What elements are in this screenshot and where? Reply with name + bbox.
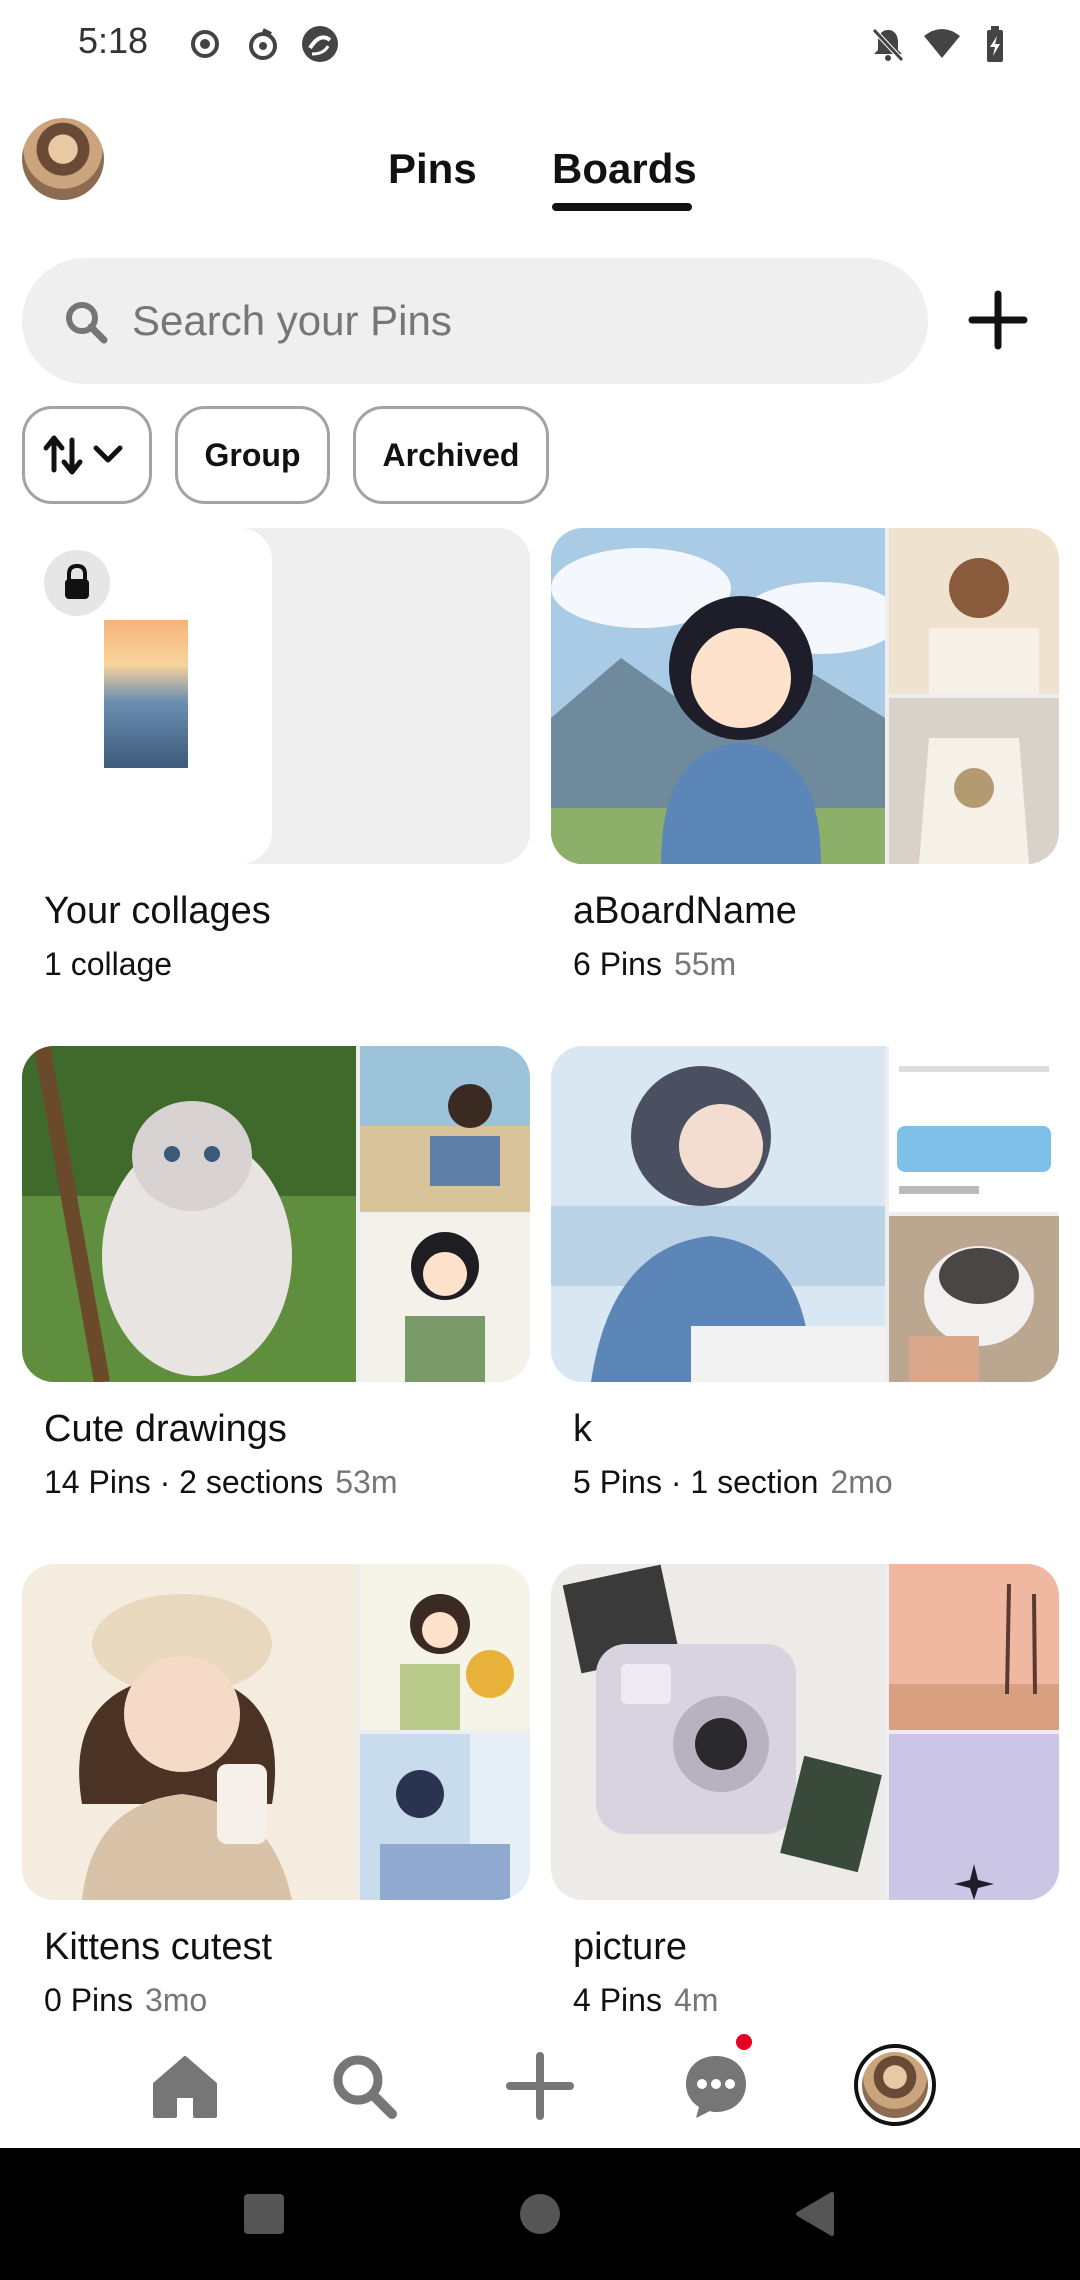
collage-thumbnail	[104, 620, 188, 768]
board-meta: 14 Pins · 2 sections 53m	[44, 1464, 398, 1501]
board-cover-image	[22, 1046, 356, 1382]
board-meta: 6 Pins 55m	[573, 946, 736, 983]
board-thumb-image	[360, 1216, 530, 1382]
board-title: picture	[573, 1926, 688, 1968]
board-thumb-image	[889, 1216, 1059, 1382]
board-cover-image	[551, 1564, 885, 1900]
board-cover	[551, 528, 1059, 864]
board-meta: 0 Pins 3mo	[44, 1982, 207, 2019]
sort-arrows-icon	[43, 435, 123, 475]
board-thumb-image	[360, 1046, 530, 1212]
board-count: 0 Pins	[44, 1982, 133, 2018]
status-bar: 5:18	[0, 0, 1080, 90]
profile-nav-avatar[interactable]	[854, 2044, 936, 2126]
archived-chip[interactable]: Archived	[353, 406, 549, 504]
tab-pins[interactable]: Pins	[388, 145, 477, 193]
board-updated: 4m	[673, 1982, 719, 2018]
board-title: Cute drawings	[44, 1408, 287, 1450]
board-title: Your collages	[44, 890, 271, 932]
board-thumb-image	[889, 528, 1059, 694]
messages-icon[interactable]	[680, 2050, 752, 2122]
board-meta: 5 Pins · 1 section 2mo	[573, 1464, 893, 1501]
lock-badge	[44, 550, 110, 616]
bottom-nav	[0, 2020, 1080, 2148]
create-icon[interactable]	[504, 2050, 576, 2122]
board-title: k	[573, 1408, 592, 1450]
record-icon	[191, 30, 219, 58]
board-updated: 55m	[673, 946, 737, 982]
home-icon[interactable]	[149, 2050, 221, 2122]
board-thumb-image	[360, 1734, 530, 1900]
board-cover	[551, 1564, 1059, 1900]
home-button-icon[interactable]	[516, 2190, 564, 2238]
collage-preview	[22, 528, 530, 864]
search-input[interactable]	[132, 286, 892, 356]
recent-apps-icon[interactable]	[240, 2190, 288, 2238]
tab-bar: Pins Boards	[0, 145, 1080, 225]
back-icon[interactable]	[792, 2190, 840, 2238]
board-count: 5 Pins · 1 section	[573, 1464, 819, 1500]
board-cover	[22, 1564, 530, 1900]
board-thumb-image	[889, 698, 1059, 864]
board-cover-image	[22, 1564, 356, 1900]
search-icon	[66, 302, 108, 344]
battery-charging-icon	[987, 26, 1003, 62]
board-count: 6 Pins	[573, 946, 662, 982]
browser-icon	[302, 26, 338, 62]
search-icon[interactable]	[328, 2050, 400, 2122]
board-title: aBoardName	[573, 890, 797, 932]
board-updated: 3mo	[144, 1982, 208, 2018]
board-cover	[22, 1046, 530, 1382]
board-count: 4 Pins	[573, 1982, 662, 2018]
search-bar[interactable]	[22, 258, 928, 384]
board-count: 14 Pins · 2 sections	[44, 1464, 324, 1500]
board-cover-image	[551, 1046, 885, 1382]
sort-button[interactable]	[22, 406, 152, 504]
board-meta: 1 collage	[44, 946, 172, 983]
lock-icon	[65, 563, 89, 599]
status-time: 5:18	[78, 20, 149, 61]
board-count: 1 collage	[44, 946, 173, 982]
add-icon[interactable]	[968, 290, 1028, 350]
board-updated: 2mo	[830, 1464, 893, 1500]
wifi-icon	[924, 29, 960, 58]
board-updated: 53m	[335, 1464, 398, 1500]
system-nav-bar	[0, 2148, 1080, 2280]
active-tab-indicator	[552, 203, 692, 211]
board-meta: 4 Pins 4m	[573, 1982, 718, 2019]
board-thumb-image	[889, 1734, 1059, 1900]
notification-badge	[736, 2034, 752, 2050]
sync-icon	[249, 28, 277, 60]
group-chip[interactable]: Group	[175, 406, 330, 504]
notifications-off-icon	[872, 28, 904, 62]
board-thumb-image	[889, 1564, 1059, 1730]
board-thumb-image	[889, 1046, 1059, 1212]
board-cover	[551, 1046, 1059, 1382]
board-title: Kittens cutest	[44, 1926, 273, 1968]
board-cover-image	[551, 528, 885, 864]
tab-boards[interactable]: Boards	[552, 145, 697, 193]
board-thumb-image	[360, 1564, 530, 1730]
